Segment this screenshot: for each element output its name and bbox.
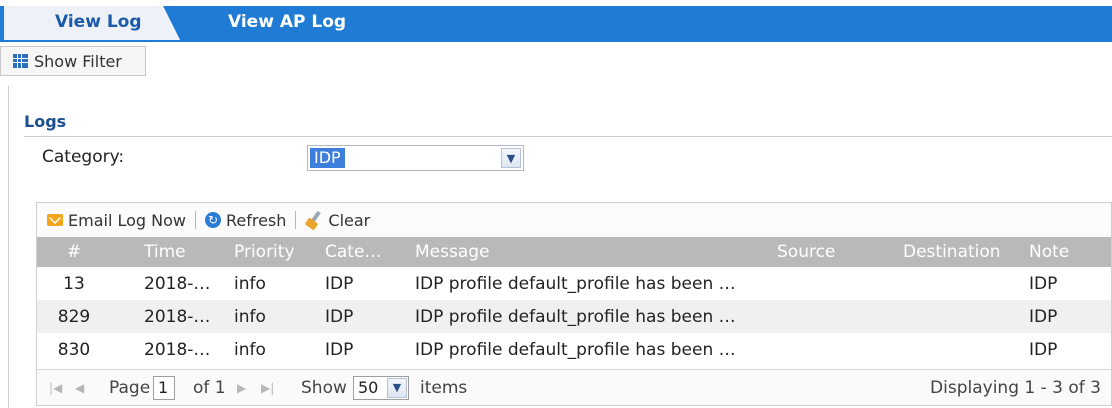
page-number-input[interactable]: 1 xyxy=(153,375,175,400)
displaying-count: Displaying 1 - 3 of 3 xyxy=(930,377,1101,398)
column-header-message[interactable]: Message xyxy=(415,237,775,267)
cell-message: IDP profile default_profile has been … xyxy=(415,273,736,294)
cell-note: IDP xyxy=(1029,306,1058,327)
cell-destination xyxy=(903,333,1023,366)
column-header-number[interactable]: # xyxy=(37,237,111,267)
tab-view-log-label[interactable]: View Log xyxy=(55,12,142,32)
page-label: Page xyxy=(109,377,151,398)
section-title: Logs xyxy=(24,112,67,131)
category-select[interactable]: IDP ▼ xyxy=(307,145,524,171)
envelope-icon xyxy=(47,214,63,226)
column-header-destination[interactable]: Destination xyxy=(903,237,1023,267)
chevron-down-icon[interactable]: ▼ xyxy=(387,377,407,398)
table-header: # Time Priority Cate… Message Source Des… xyxy=(37,237,1111,267)
cell-number: 830 xyxy=(57,339,91,360)
cell-source xyxy=(777,333,887,366)
cell-destination xyxy=(903,267,1023,300)
cell-number: 829 xyxy=(57,306,91,327)
clear-button[interactable]: Clear xyxy=(305,211,370,230)
refresh-button[interactable]: ↻ Refresh xyxy=(204,210,287,230)
chevron-down-icon[interactable]: ▼ xyxy=(501,148,521,168)
table-row[interactable]: 13 2018-… info IDP IDP profile default_p… xyxy=(37,267,1111,300)
pagination-bar: |◀ ◀ Page 1 of 1 ▶ ▶| Show 50 ▼ items Di… xyxy=(37,369,1111,405)
column-header-source[interactable]: Source xyxy=(777,237,887,267)
table-row[interactable]: 830 2018-… info IDP IDP profile default_… xyxy=(37,333,1111,366)
column-header-time[interactable]: Time xyxy=(144,237,224,267)
first-page-icon[interactable]: |◀ xyxy=(49,370,62,405)
show-filter-button[interactable]: Show Filter xyxy=(0,46,146,76)
show-label: Show xyxy=(301,377,347,398)
refresh-icon: ↻ xyxy=(204,212,221,228)
cell-time: 2018-… xyxy=(144,339,211,360)
cell-message: IDP profile default_profile has been … xyxy=(415,339,736,360)
tab-bar: View Log View AP Log xyxy=(0,6,1112,42)
cell-priority: info xyxy=(234,306,266,327)
previous-page-icon[interactable]: ◀ xyxy=(75,370,84,405)
column-header-note[interactable]: Note xyxy=(1029,237,1109,267)
table-row[interactable]: 829 2018-… info IDP IDP profile default_… xyxy=(37,300,1111,333)
filter-grid-icon xyxy=(13,54,28,68)
toolbar-separator xyxy=(295,211,297,229)
items-label: items xyxy=(420,377,468,398)
section-divider xyxy=(24,136,1112,137)
cell-message: IDP profile default_profile has been … xyxy=(415,306,736,327)
tab-underline xyxy=(0,40,1112,42)
cell-source xyxy=(777,300,887,333)
refresh-label: Refresh xyxy=(225,210,287,230)
category-selected-value: IDP xyxy=(310,148,345,168)
cell-category: IDP xyxy=(325,273,354,294)
clear-label: Clear xyxy=(328,210,371,230)
page-size-select[interactable]: 50 ▼ xyxy=(353,375,409,400)
cell-note: IDP xyxy=(1029,273,1058,294)
category-label: Category: xyxy=(42,147,125,167)
page-size-value: 50 xyxy=(358,377,379,397)
cell-note: IDP xyxy=(1029,339,1058,360)
page-count-label: of 1 xyxy=(193,377,226,398)
cell-priority: info xyxy=(234,339,266,360)
tab-view-ap-log-label[interactable]: View AP Log xyxy=(228,12,346,32)
grid-toolbar: Email Log Now ↻ Refresh Clear xyxy=(37,203,1111,237)
email-log-now-button[interactable]: Email Log Now xyxy=(47,211,186,230)
toolbar-separator xyxy=(194,211,196,229)
cell-time: 2018-… xyxy=(144,273,211,294)
cell-number: 13 xyxy=(63,273,85,294)
cell-priority: info xyxy=(234,273,266,294)
broom-icon xyxy=(305,211,323,229)
column-header-priority[interactable]: Priority xyxy=(234,237,314,267)
cell-source xyxy=(777,267,887,300)
log-grid: Email Log Now ↻ Refresh Clear # Time Pri… xyxy=(36,202,1112,406)
email-log-now-label: Email Log Now xyxy=(68,210,186,230)
last-page-icon[interactable]: ▶| xyxy=(261,370,274,405)
column-header-category[interactable]: Cate… xyxy=(325,237,405,267)
cell-destination xyxy=(903,300,1023,333)
cell-time: 2018-… xyxy=(144,306,211,327)
next-page-icon[interactable]: ▶ xyxy=(237,370,246,405)
show-filter-label: Show Filter xyxy=(34,51,122,71)
cell-category: IDP xyxy=(325,306,354,327)
cell-category: IDP xyxy=(325,339,354,360)
